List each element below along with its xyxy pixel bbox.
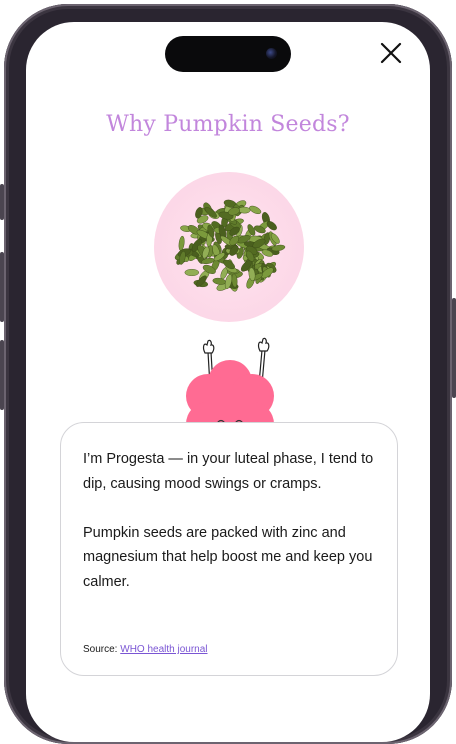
- action-button: [0, 184, 4, 220]
- power-button: [452, 298, 456, 398]
- close-button[interactable]: [376, 38, 406, 68]
- seed: [184, 268, 199, 276]
- app-screen: Why Pumpkin Seeds? I’m Progesta — in you…: [26, 22, 430, 742]
- card-paragraph-1: I’m Progesta — in your luteal phase, I t…: [83, 451, 374, 492]
- front-camera: [266, 48, 277, 59]
- card-paragraph-2: Pumpkin seeds are packed with zinc and m…: [83, 524, 373, 590]
- seed-circle: [154, 172, 304, 322]
- page-title: Why Pumpkin Seeds?: [106, 112, 350, 137]
- volume-down-button: [0, 340, 4, 410]
- pumpkin-seeds-image: [174, 199, 286, 292]
- seed: [178, 235, 185, 251]
- volume-up-button: [0, 252, 4, 322]
- source-link[interactable]: WHO health journal: [120, 644, 207, 655]
- card-body: I’m Progesta — in your luteal phase, I t…: [83, 447, 379, 594]
- info-card: I’m Progesta — in your luteal phase, I t…: [60, 422, 398, 676]
- dynamic-island: [165, 36, 291, 72]
- close-icon: [380, 42, 402, 64]
- source-line: Source: WHO health journal: [83, 644, 208, 655]
- source-label: Source:: [83, 644, 118, 655]
